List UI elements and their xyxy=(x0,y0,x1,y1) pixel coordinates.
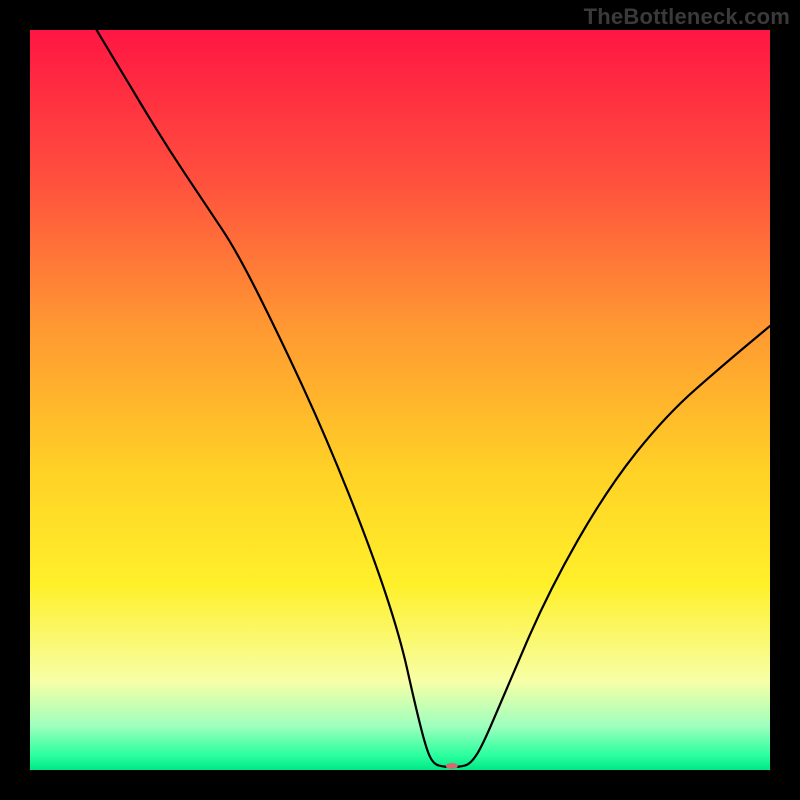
chart-svg xyxy=(30,30,770,770)
gradient-background xyxy=(30,30,770,770)
optimal-point-marker xyxy=(446,763,458,769)
chart-frame: TheBottleneck.com xyxy=(0,0,800,800)
plot-area xyxy=(30,30,770,770)
watermark-text: TheBottleneck.com xyxy=(584,4,790,30)
